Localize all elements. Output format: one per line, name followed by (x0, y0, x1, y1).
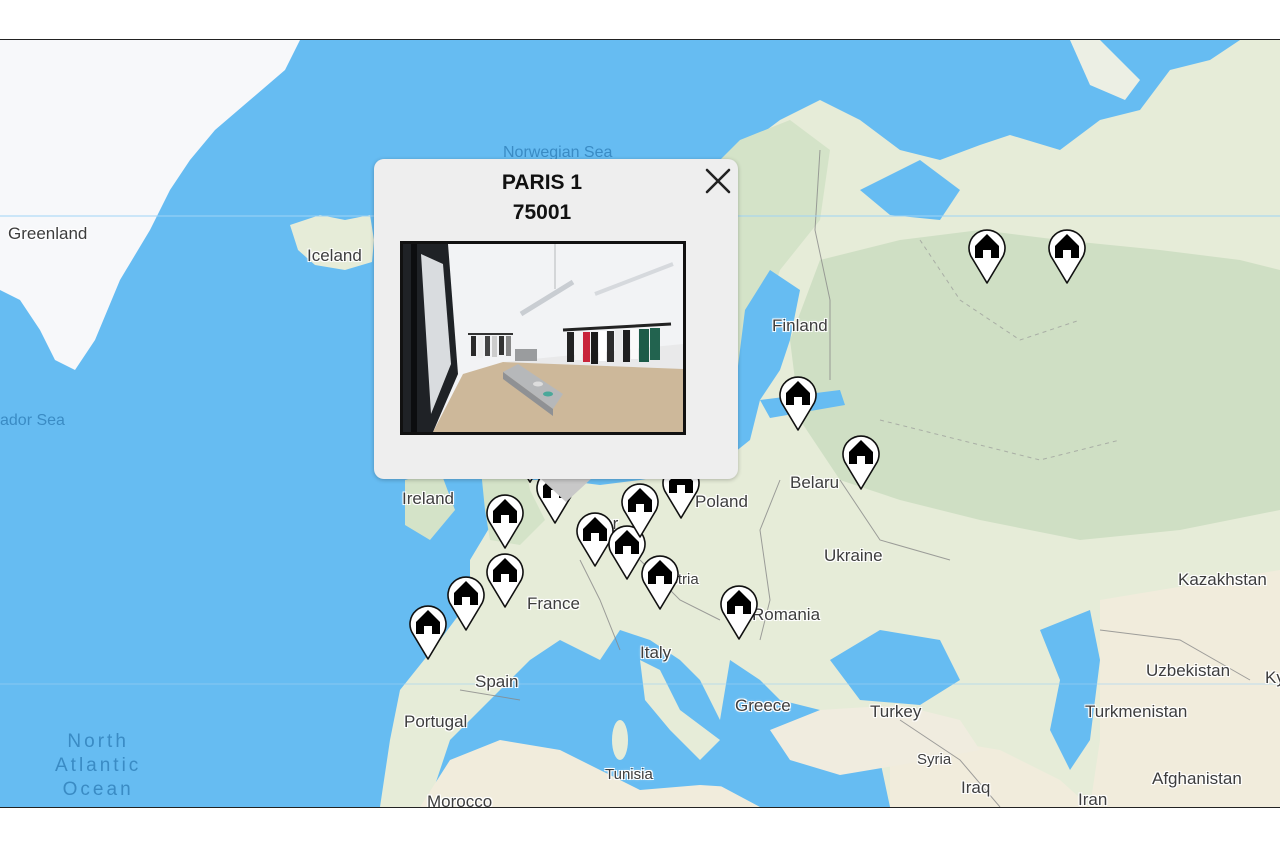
country-label-tunisia: Tunisia (605, 766, 653, 783)
close-icon (705, 168, 731, 194)
store-marker[interactable] (485, 491, 525, 549)
country-label-finland: Finland (772, 316, 828, 335)
landmass-novaya-zemlya (1070, 40, 1140, 100)
water-label-labrador-sea: ador Sea (0, 412, 65, 429)
close-button[interactable] (702, 165, 734, 197)
store-name: PARIS 1 (501, 171, 583, 194)
country-label-iran: Iran (1078, 790, 1108, 808)
country-label-romania: Romania (752, 605, 821, 624)
country-label-greenland: Greenland (8, 224, 88, 243)
store-marker[interactable] (640, 552, 680, 610)
house-icon (842, 435, 880, 490)
house-icon (447, 576, 485, 631)
country-label-morocco: Morocco (427, 792, 493, 808)
ocean-label-line: North (67, 731, 129, 752)
house-icon (720, 585, 758, 640)
country-label-ireland: Ireland (402, 489, 454, 508)
store-info-popup: PARIS 1 75001 (374, 159, 738, 479)
house-icon (621, 483, 659, 538)
store-marker[interactable] (446, 573, 486, 631)
country-label-afghanistan: Afghanistan (1152, 769, 1242, 788)
store-marker[interactable] (485, 550, 525, 608)
store-marker[interactable] (719, 582, 759, 640)
store-interior-image (403, 244, 683, 432)
popup-pointer (540, 478, 592, 502)
country-label-france: France (527, 594, 580, 613)
house-icon (968, 229, 1006, 284)
country-label-portugal: Portugal (404, 712, 468, 731)
house-icon (1048, 229, 1086, 284)
ocean-label-line: Ocean (62, 779, 134, 800)
country-label-iceland: Iceland (307, 246, 362, 265)
popup-heading: PARIS 1 75001 (374, 168, 710, 228)
store-marker[interactable] (778, 373, 818, 431)
country-label-turkmenistan: Turkmenistan (1085, 702, 1188, 721)
store-marker[interactable] (620, 480, 660, 538)
country-label-poland: Poland (695, 492, 748, 511)
clothes-right (567, 328, 660, 364)
country-label-spain: Spain (475, 672, 519, 691)
house-icon (486, 494, 524, 549)
country-label-syria: Syria (917, 751, 952, 768)
store-marker[interactable] (841, 432, 881, 490)
store-marker[interactable] (967, 226, 1007, 284)
ocean-label-line: Atlantic (55, 755, 142, 776)
country-label-ukraine: Ukraine (824, 546, 883, 565)
landmass-sardinia (612, 720, 628, 760)
store-postcode: 75001 (512, 201, 572, 224)
country-label-greece: Greece (735, 696, 791, 715)
country-label-belarus: Belaru (790, 473, 840, 492)
house-icon (779, 376, 817, 431)
country-label-turkey: Turkey (870, 702, 922, 721)
country-label-uzbekistan: Uzbekistan (1146, 661, 1231, 680)
store-marker[interactable] (1047, 226, 1087, 284)
country-label-kazakhstan: Kazakhstan (1178, 570, 1267, 589)
house-icon (409, 605, 447, 660)
water-label-north-atlantic: North Atlantic Ocean (55, 730, 141, 802)
store-marker[interactable] (408, 602, 448, 660)
landmass-greenland (0, 40, 300, 370)
country-label-italy: Italy (640, 643, 672, 662)
store-photo (400, 241, 686, 435)
house-icon (641, 555, 679, 610)
country-label-kyrgyzstan: Ky (1265, 668, 1280, 687)
country-label-iraq: Iraq (961, 778, 991, 797)
house-icon (486, 553, 524, 608)
